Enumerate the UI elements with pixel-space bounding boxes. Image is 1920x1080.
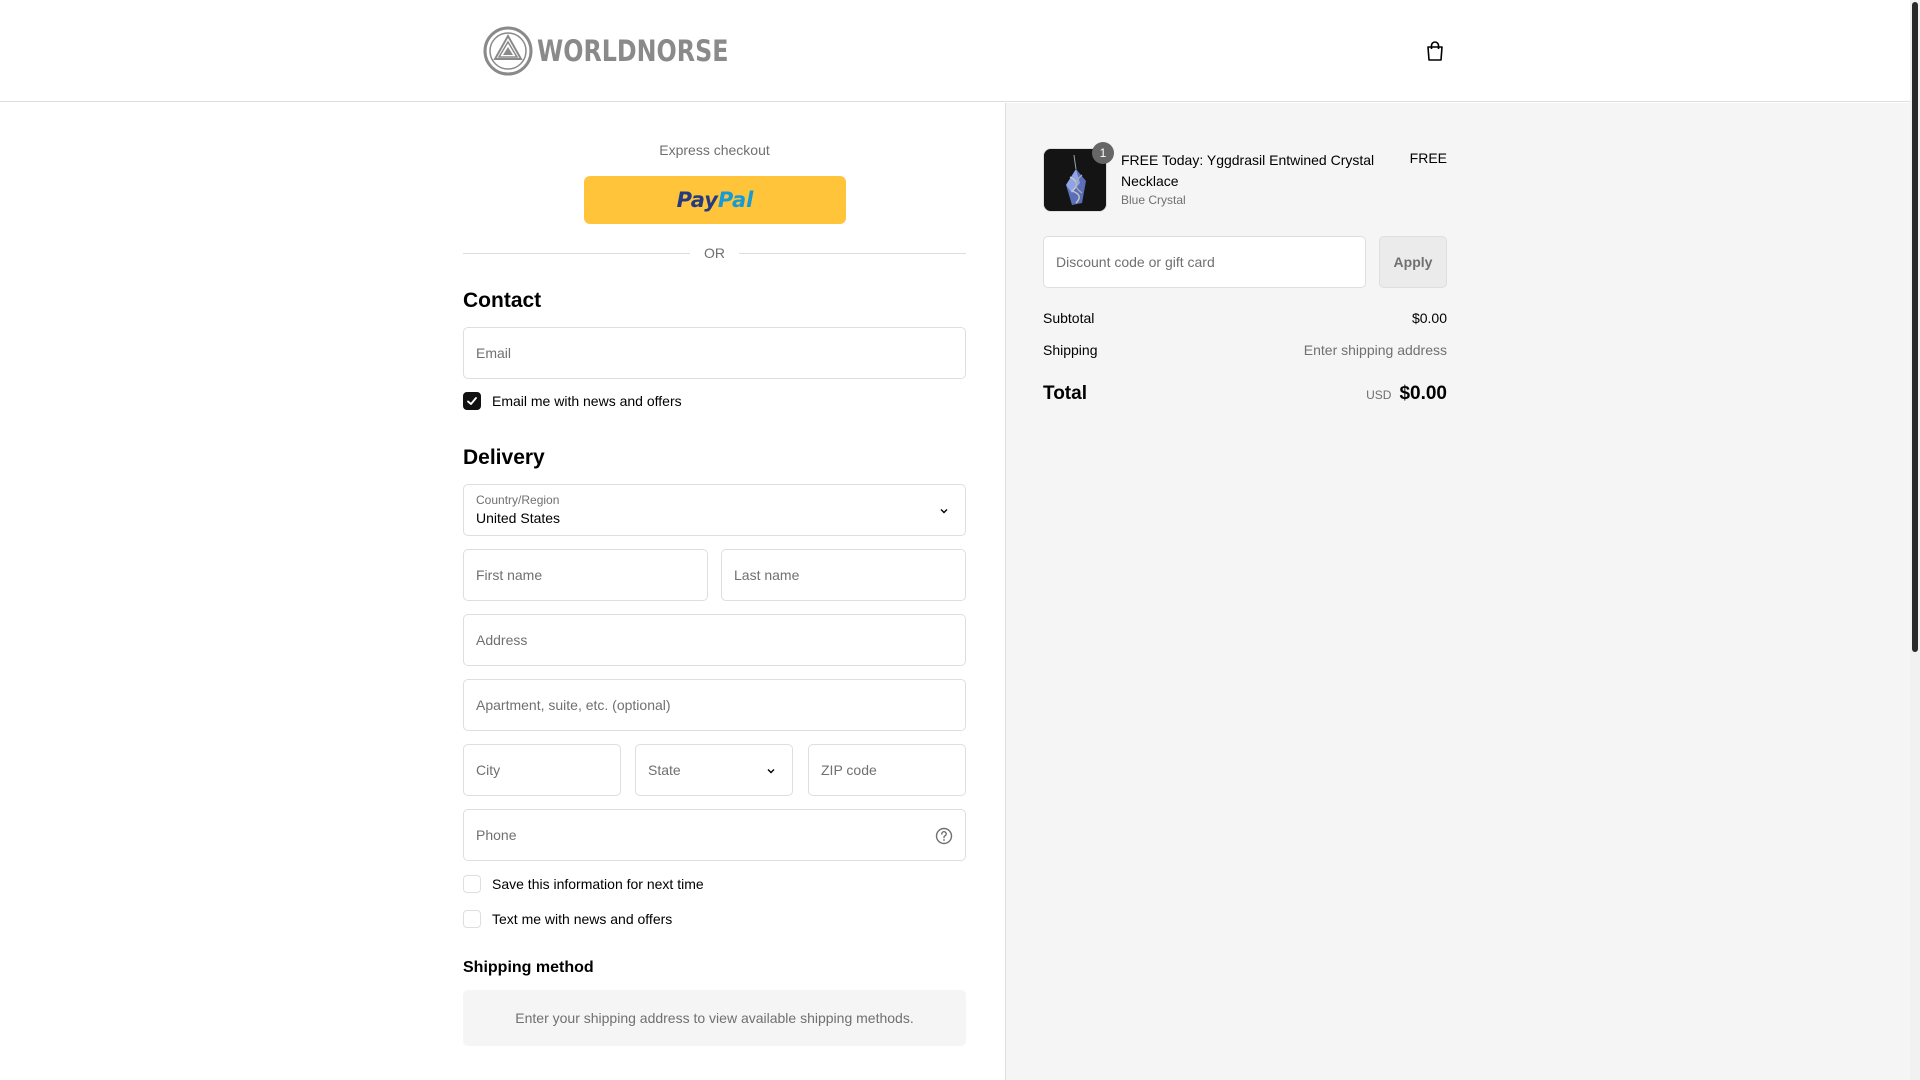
save-info-label: Save this information for next time [492, 876, 704, 892]
country-value: United States [476, 510, 561, 526]
address-input[interactable] [464, 615, 965, 665]
paypal-logo-pay: Pay [676, 188, 718, 212]
city-input[interactable] [464, 745, 620, 795]
or-text: OR [704, 245, 725, 261]
scrollbar-thumb[interactable] [1912, 2, 1918, 652]
shipping-methods-notice: Enter your shipping address to view avai… [463, 990, 966, 1046]
country-label: Country/Region [476, 493, 560, 507]
subtotal-label: Subtotal [1043, 310, 1095, 326]
newsletter-label: Email me with news and offers [492, 393, 682, 409]
worldnorse-logo-icon [483, 26, 533, 76]
paypal-logo-pal: Pal [717, 188, 754, 212]
discount-code-input[interactable] [1044, 237, 1365, 287]
brand-wordmark: WORLDNORSE [537, 34, 729, 68]
or-divider: OR [463, 243, 966, 263]
delivery-heading: Delivery [463, 446, 545, 469]
city-field[interactable] [463, 744, 621, 796]
state-select[interactable]: State [635, 744, 793, 796]
newsletter-checkbox-row[interactable]: Email me with news and offers [463, 392, 682, 410]
chevron-down-icon [767, 769, 775, 774]
email-field[interactable] [463, 327, 966, 379]
last-name-field[interactable] [721, 549, 966, 601]
shipping-row: Shipping Enter shipping address [1043, 342, 1447, 358]
quantity-badge: 1 [1092, 142, 1114, 164]
express-checkout-label: Express checkout [659, 142, 770, 158]
site-header: WORLDNORSE [0, 0, 1910, 102]
newsletter-checkbox[interactable] [463, 392, 481, 410]
currency-code: USD [1366, 388, 1392, 402]
product-title: FREE Today: Yggdrasil Entwined Crystal N… [1121, 152, 1375, 189]
phone-input[interactable] [464, 810, 965, 860]
shopping-bag-icon[interactable] [1424, 40, 1446, 62]
sms-label: Text me with news and offers [492, 911, 673, 927]
shipping-value: Enter shipping address [1303, 342, 1447, 358]
first-name-field[interactable] [463, 549, 708, 601]
zip-field[interactable] [808, 744, 966, 796]
state-placeholder: State [648, 762, 681, 778]
zip-input[interactable] [809, 745, 965, 795]
discount-code-field[interactable] [1043, 236, 1366, 288]
save-info-checkbox[interactable] [463, 875, 481, 893]
divider-line [463, 252, 690, 254]
last-name-input[interactable] [722, 550, 965, 600]
subtotal-value: $0.00 [1411, 310, 1447, 326]
contact-heading: Contact [463, 289, 542, 312]
sms-checkbox-row[interactable]: Text me with news and offers [463, 910, 672, 928]
store-logo[interactable]: WORLDNORSE [483, 25, 770, 77]
phone-field[interactable] [463, 809, 966, 861]
help-circle-icon[interactable] [935, 827, 953, 845]
apartment-field[interactable] [463, 679, 966, 731]
checkmark-icon [467, 397, 477, 405]
page-scrollbar[interactable] [1910, 0, 1920, 1080]
product-price: FREE [1409, 150, 1447, 166]
first-name-input[interactable] [464, 550, 707, 600]
chevron-down-icon [940, 509, 948, 514]
country-select[interactable]: Country/Region United States [463, 484, 966, 536]
sms-checkbox[interactable] [463, 910, 481, 928]
total-value: $0.00 [1399, 383, 1447, 404]
shipping-method-heading: Shipping method [463, 959, 594, 976]
product-variant: Blue Crystal [1121, 193, 1186, 207]
divider-line [739, 252, 966, 254]
total-row: Total USD $0.00 [1043, 383, 1447, 405]
shipping-label: Shipping [1043, 342, 1098, 358]
address-field[interactable] [463, 614, 966, 666]
save-info-checkbox-row[interactable]: Save this information for next time [463, 875, 704, 893]
subtotal-row: Subtotal $0.00 [1043, 310, 1447, 326]
total-amount: USD $0.00 [1366, 383, 1447, 405]
apartment-input[interactable] [464, 680, 965, 730]
paypal-button[interactable]: Pay Pal [584, 176, 846, 224]
email-input[interactable] [464, 328, 965, 378]
total-label: Total [1043, 383, 1087, 404]
apply-discount-button[interactable]: Apply [1379, 236, 1447, 288]
